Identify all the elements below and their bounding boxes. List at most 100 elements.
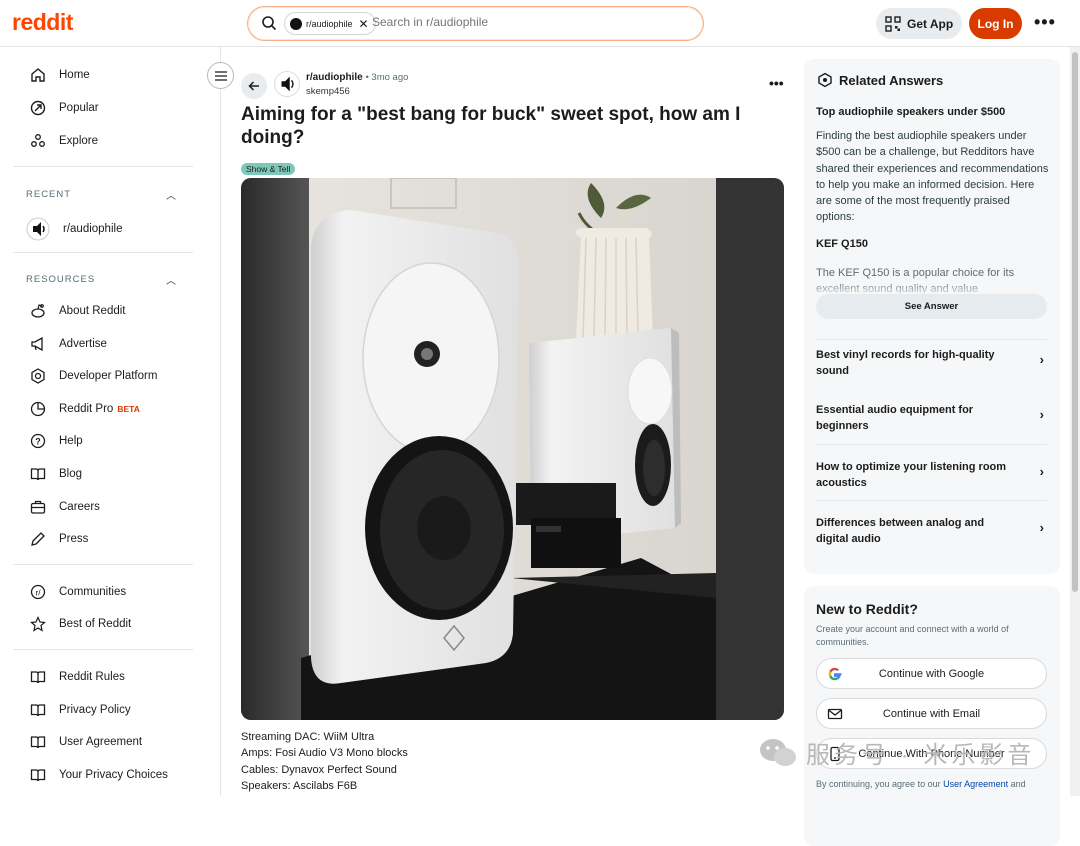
- continue-google-button[interactable]: Continue with Google: [816, 658, 1047, 689]
- sidebar-item-blog[interactable]: Blog: [30, 466, 82, 482]
- related-question-row[interactable]: How to optimize your listening room acou…: [816, 444, 1047, 500]
- privacy-icon: [30, 702, 46, 718]
- pro-icon: [30, 401, 46, 417]
- mail-icon: [827, 708, 843, 720]
- sidebar-item-advertise[interactable]: Advertise: [30, 336, 107, 352]
- sidebar-item-privacy-choices[interactable]: Your Privacy Choices: [30, 767, 168, 783]
- legal-prefix: By continuing, you agree to our: [816, 779, 944, 789]
- sidebar-item-help[interactable]: ? Help: [30, 433, 83, 449]
- sidebar-item-label: Home: [59, 69, 90, 81]
- watermark-text: 服务号 · 米乐影音: [806, 742, 1036, 769]
- post-image[interactable]: [241, 178, 784, 720]
- search-icon: [262, 16, 277, 31]
- qr-code-icon: [885, 15, 901, 32]
- post-body-line: Speakers: Ascilabs F6B: [241, 779, 358, 792]
- more-options-icon[interactable]: •••: [1034, 12, 1056, 33]
- sidebar-item-label: Your Privacy Choices: [59, 769, 168, 781]
- search-scope-chip[interactable]: r/audiophile ✕: [284, 12, 376, 35]
- continue-email-label: Continue with Email: [882, 707, 981, 720]
- divider: [13, 564, 193, 565]
- reddit-icon: [30, 303, 46, 319]
- developer-icon: [30, 368, 46, 384]
- related-question-row[interactable]: Differences between analog and digital a…: [816, 500, 1047, 556]
- continue-google-label: Continue with Google: [878, 667, 985, 680]
- communities-icon: r/: [30, 584, 46, 600]
- help-icon: ?: [30, 433, 46, 449]
- answer-pick-heading: KEF Q150: [816, 238, 868, 250]
- resources-heading[interactable]: RESOURCES: [26, 274, 95, 285]
- explore-icon: [30, 133, 46, 149]
- reddit-logo[interactable]: reddit: [12, 9, 73, 36]
- legal-text: By continuing, you agree to our User Agr…: [816, 778, 1050, 791]
- book-icon: [30, 466, 46, 482]
- related-answers-icon: [818, 72, 832, 88]
- post-area: r/audiophile • 3mo ago skemp456 ••• Aimi…: [221, 47, 801, 796]
- best-icon: [30, 616, 46, 632]
- related-question-row[interactable]: Best vinyl records for high-quality soun…: [816, 339, 1047, 395]
- related-question-label: Essential audio equipment for beginners: [816, 404, 974, 432]
- subreddit-avatar: [26, 217, 50, 241]
- post-title: Aiming for a "best bang for buck" sweet …: [241, 104, 741, 148]
- search-input[interactable]: [372, 15, 672, 29]
- chevron-up-icon[interactable]: ︿: [166, 272, 176, 287]
- sidebar-item-about[interactable]: About Reddit: [30, 303, 126, 319]
- sidebar-item-press[interactable]: Press: [30, 531, 88, 547]
- subreddit-name[interactable]: r/audiophile: [306, 72, 363, 83]
- post-flair[interactable]: Show & Tell: [241, 163, 296, 175]
- sidebar-item-label: Reddit Rules: [59, 671, 125, 683]
- sidebar-item-best-of-reddit[interactable]: Best of Reddit: [30, 616, 131, 632]
- briefcase-icon: [30, 499, 46, 515]
- chevron-right-icon: ›: [1039, 464, 1044, 479]
- watermark: 服务号 · 米乐影音: [758, 735, 1035, 770]
- login-button[interactable]: Log In: [969, 8, 1022, 39]
- post-author[interactable]: skemp456: [306, 86, 350, 97]
- sidebar-item-label: Best of Reddit: [59, 618, 132, 630]
- post-subreddit[interactable]: r/audiophile • 3mo ago: [306, 72, 408, 83]
- subreddit-avatar: [290, 17, 302, 30]
- close-icon[interactable]: ✕: [359, 17, 369, 31]
- wechat-icon: [760, 738, 796, 766]
- sidebar-item-privacy-policy[interactable]: Privacy Policy: [30, 702, 131, 718]
- sidebar-item-popular[interactable]: Popular: [30, 100, 99, 116]
- post-options-icon[interactable]: •••: [769, 75, 784, 91]
- sidebar-item-label: Help: [59, 435, 83, 447]
- sidebar-item-careers[interactable]: Careers: [30, 499, 100, 515]
- continue-email-button[interactable]: Continue with Email: [816, 698, 1047, 729]
- sidebar-item-reddit-pro[interactable]: Reddit Pro BETA: [30, 401, 140, 417]
- sidebar-item-label: User Agreement: [59, 736, 143, 748]
- chevron-up-icon[interactable]: ︿: [166, 187, 176, 202]
- post-body: Streaming DAC: WiiM Ultra Amps: Fosi Aud…: [241, 729, 408, 794]
- post-body-line: Amps: Fosi Audio V3 Mono blocks: [241, 747, 408, 760]
- sidebar-item-label: Explore: [59, 135, 98, 147]
- megaphone-icon: [30, 336, 46, 352]
- back-button[interactable]: [241, 73, 267, 99]
- sidebar-item-user-agreement[interactable]: User Agreement: [30, 734, 142, 750]
- google-icon: [828, 667, 842, 681]
- beta-badge: BETA: [117, 404, 140, 414]
- related-question-row[interactable]: Essential audio equipment for beginners …: [816, 389, 1047, 445]
- search-chip-label: r/audiophile: [306, 18, 353, 29]
- sidebar-item-reddit-rules[interactable]: Reddit Rules: [30, 669, 125, 685]
- sidebar-item-label: Advertise: [59, 338, 107, 350]
- recent-heading[interactable]: RECENT: [26, 189, 71, 200]
- sidebar-item-explore[interactable]: Explore: [30, 133, 98, 149]
- sidebar-item-audiophile[interactable]: r/audiophile: [26, 217, 122, 241]
- see-answer-button[interactable]: See Answer: [816, 294, 1047, 319]
- sidebar-item-developer[interactable]: Developer Platform: [30, 368, 157, 384]
- user-agreement-link[interactable]: User Agreement: [943, 779, 1008, 789]
- choices-icon: [30, 767, 46, 783]
- related-answers-title: Related Answers: [839, 73, 944, 88]
- sidebar-item-home[interactable]: Home: [30, 67, 90, 83]
- signup-subtitle: Create your account and connect with a w…: [816, 624, 1009, 647]
- sidebar-item-label: Communities: [59, 586, 127, 598]
- subreddit-avatar[interactable]: [274, 71, 300, 97]
- scrollbar-thumb[interactable]: [1072, 52, 1078, 592]
- get-app-button[interactable]: Get App: [876, 8, 962, 39]
- sidebar-item-communities[interactable]: r/ Communities: [30, 584, 126, 600]
- chevron-right-icon: ›: [1039, 352, 1044, 367]
- pen-icon: [30, 531, 46, 547]
- search-bar[interactable]: r/audiophile ✕: [247, 6, 704, 41]
- sidebar-item-label: Press: [59, 533, 89, 545]
- popular-icon: [30, 100, 46, 116]
- home-icon: [30, 67, 46, 83]
